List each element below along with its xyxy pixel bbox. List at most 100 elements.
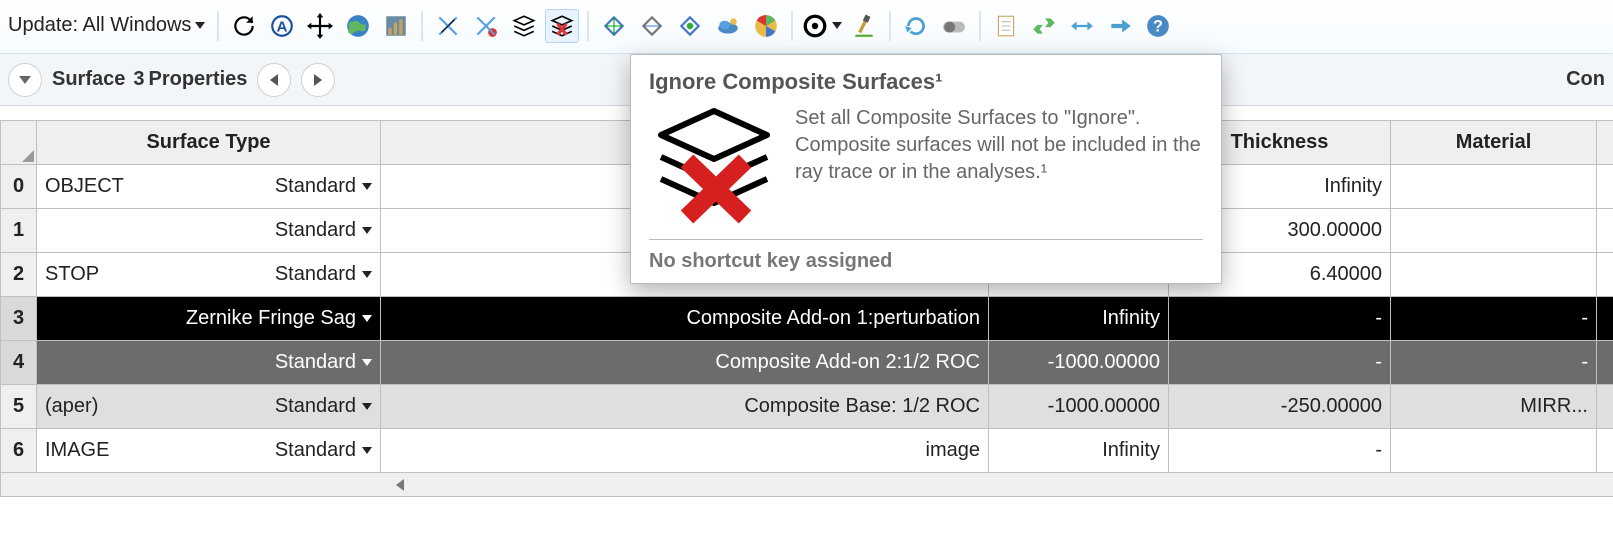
cloud-icon[interactable] <box>711 9 745 43</box>
row-header[interactable]: 1 <box>1 209 37 253</box>
tooltip-title: Ignore Composite Surfaces¹ <box>649 69 1203 95</box>
toggle-icon[interactable] <box>937 9 971 43</box>
scroll-left-icon <box>396 479 404 491</box>
toolbar-separator <box>217 11 219 41</box>
thickness-cell[interactable]: -250.00000 <box>1169 385 1391 429</box>
comment-cell[interactable]: Composite Base: 1/2 ROC <box>381 385 989 429</box>
toolbar-separator <box>979 11 981 41</box>
refresh-blue-icon[interactable] <box>899 9 933 43</box>
diamond-icon[interactable] <box>597 9 631 43</box>
col-surface-type[interactable]: Surface Type <box>37 121 381 165</box>
properties-label: Properties <box>149 68 248 91</box>
col-material[interactable]: Material <box>1391 121 1597 165</box>
thickness-cell[interactable]: - <box>1169 341 1391 385</box>
edge-cell <box>1597 253 1613 297</box>
surface-type-cell[interactable]: IMAGEStandard <box>37 429 381 473</box>
h-scrollbar[interactable] <box>1 473 1613 497</box>
surface-type-cell[interactable]: Standard <box>37 209 381 253</box>
cross-red-icon[interactable] <box>469 9 503 43</box>
material-cell[interactable] <box>1391 253 1597 297</box>
caret-down-icon <box>832 22 842 29</box>
surface-type-cell[interactable]: OBJECTStandard <box>37 165 381 209</box>
surface-type-cell[interactable]: Zernike Fringe Sag <box>37 297 381 341</box>
chart-icon[interactable] <box>379 9 413 43</box>
material-cell[interactable] <box>1391 165 1597 209</box>
comment-cell[interactable]: image <box>381 429 989 473</box>
edge-cell <box>1597 429 1613 473</box>
dropdown-icon <box>362 183 372 190</box>
colorwheel-icon[interactable] <box>749 9 783 43</box>
material-cell[interactable]: - <box>1391 297 1597 341</box>
dropdown-icon <box>362 359 372 366</box>
toolbar-separator <box>587 11 589 41</box>
microscope-icon[interactable] <box>847 9 881 43</box>
dropdown-icon <box>362 227 372 234</box>
surface-type-cell[interactable]: (aper)Standard <box>37 385 381 429</box>
globe-icon[interactable] <box>341 9 375 43</box>
chevron-left-icon <box>270 74 278 86</box>
comment-cell[interactable]: Composite Add-on 2:1/2 ROC <box>381 341 989 385</box>
surface-index: 3 <box>133 68 144 91</box>
right-column-label: Con <box>1566 68 1605 91</box>
radius-cell[interactable]: Infinity <box>989 429 1169 473</box>
material-cell[interactable]: - <box>1391 341 1597 385</box>
collapse-button[interactable] <box>8 63 42 97</box>
material-cell[interactable]: MIRR... <box>1391 385 1597 429</box>
ignore-composite-icon[interactable] <box>545 9 579 43</box>
surface-type-cell[interactable]: Standard <box>37 341 381 385</box>
update-dropdown[interactable]: Update: All Windows <box>8 14 205 37</box>
material-cell[interactable] <box>1391 429 1597 473</box>
document-icon[interactable] <box>989 9 1023 43</box>
dropdown-icon <box>362 447 372 454</box>
surface-type-cell[interactable]: STOPStandard <box>37 253 381 297</box>
edge-cell <box>1597 209 1613 253</box>
toolbar-separator <box>421 11 423 41</box>
expand-h-icon[interactable] <box>1065 9 1099 43</box>
material-cell[interactable] <box>1391 209 1597 253</box>
diamond-alt-icon[interactable] <box>635 9 669 43</box>
target-dropdown-icon[interactable] <box>801 9 843 43</box>
comment-cell[interactable]: Composite Add-on 1:perturbation <box>381 297 989 341</box>
layers-icon[interactable] <box>507 9 541 43</box>
row-header[interactable]: 2 <box>1 253 37 297</box>
chevron-right-icon <box>314 74 322 86</box>
layers-x-icon <box>649 105 779 225</box>
row-header[interactable]: 0 <box>1 165 37 209</box>
thickness-cell[interactable]: - <box>1169 429 1391 473</box>
update-label-text: Update: All Windows <box>8 14 191 36</box>
row-header[interactable]: 5 <box>1 385 37 429</box>
radius-cell[interactable]: -1000.00000 <box>989 341 1169 385</box>
dropdown-icon <box>362 403 372 410</box>
thickness-cell[interactable]: - <box>1169 297 1391 341</box>
dropdown-icon <box>362 315 372 322</box>
cross-blue-icon[interactable] <box>431 9 465 43</box>
surface-label: Surface <box>52 68 125 91</box>
next-button[interactable] <box>301 63 335 97</box>
swap-icon[interactable] <box>1027 9 1061 43</box>
ignore-composite-tooltip: Ignore Composite Surfaces¹ Set all Compo… <box>630 54 1222 284</box>
refresh-all-icon[interactable]: A <box>265 9 299 43</box>
tooltip-desc: Set all Composite Surfaces to "Ignore". … <box>795 105 1203 225</box>
dropdown-icon <box>362 271 372 278</box>
radius-cell[interactable]: Infinity <box>989 297 1169 341</box>
prev-button[interactable] <box>257 63 291 97</box>
diamond-green-icon[interactable] <box>673 9 707 43</box>
arrow-right-icon[interactable] <box>1103 9 1137 43</box>
row-header[interactable]: 6 <box>1 429 37 473</box>
row-header[interactable]: 3 <box>1 297 37 341</box>
chevron-down-icon <box>19 76 31 84</box>
edge-cell <box>1597 341 1613 385</box>
radius-cell[interactable]: -1000.00000 <box>989 385 1169 429</box>
help-icon[interactable]: ? <box>1141 9 1175 43</box>
move-icon[interactable] <box>303 9 337 43</box>
svg-text:?: ? <box>1153 17 1163 35</box>
toolbar-separator <box>889 11 891 41</box>
row-header[interactable]: 4 <box>1 341 37 385</box>
edge-cell <box>1597 385 1613 429</box>
col-edge[interactable] <box>1597 121 1613 165</box>
select-all-corner[interactable] <box>1 121 37 165</box>
main-toolbar: Update: All Windows A <box>0 0 1613 54</box>
refresh-cw-icon[interactable] <box>227 9 261 43</box>
toolbar-separator <box>791 11 793 41</box>
svg-text:A: A <box>277 18 288 35</box>
